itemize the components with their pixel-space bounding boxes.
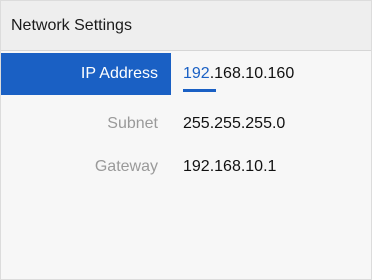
subnet-field[interactable]: 255.255.255.0 — [183, 115, 285, 133]
ip-address-segment-cursor — [183, 89, 216, 92]
subnet-row[interactable]: Subnet 255.255.255.0 — [1, 103, 371, 145]
ip-address-field[interactable]: 192.168.10.160 — [183, 65, 294, 83]
ip-address-label-cell[interactable]: IP Address — [1, 53, 171, 95]
ip-address-remaining-value: .168.10.160 — [209, 65, 295, 82]
network-settings-panel: Network Settings IP Address 192.168.10.1… — [0, 0, 372, 280]
gateway-label: Gateway — [94, 158, 158, 175]
gateway-field[interactable]: 192.168.10.1 — [183, 158, 276, 176]
subnet-label-cell[interactable]: Subnet — [1, 103, 171, 145]
gateway-row[interactable]: Gateway 192.168.10.1 — [1, 146, 371, 188]
ip-address-active-segment[interactable]: 192 — [183, 65, 210, 82]
ip-address-row[interactable]: IP Address 192.168.10.160 — [1, 53, 371, 95]
panel-header: Network Settings — [1, 1, 371, 51]
panel-title: Network Settings — [11, 17, 132, 34]
ip-address-label: IP Address — [80, 65, 158, 82]
subnet-label: Subnet — [107, 115, 158, 132]
gateway-label-cell[interactable]: Gateway — [1, 146, 171, 188]
